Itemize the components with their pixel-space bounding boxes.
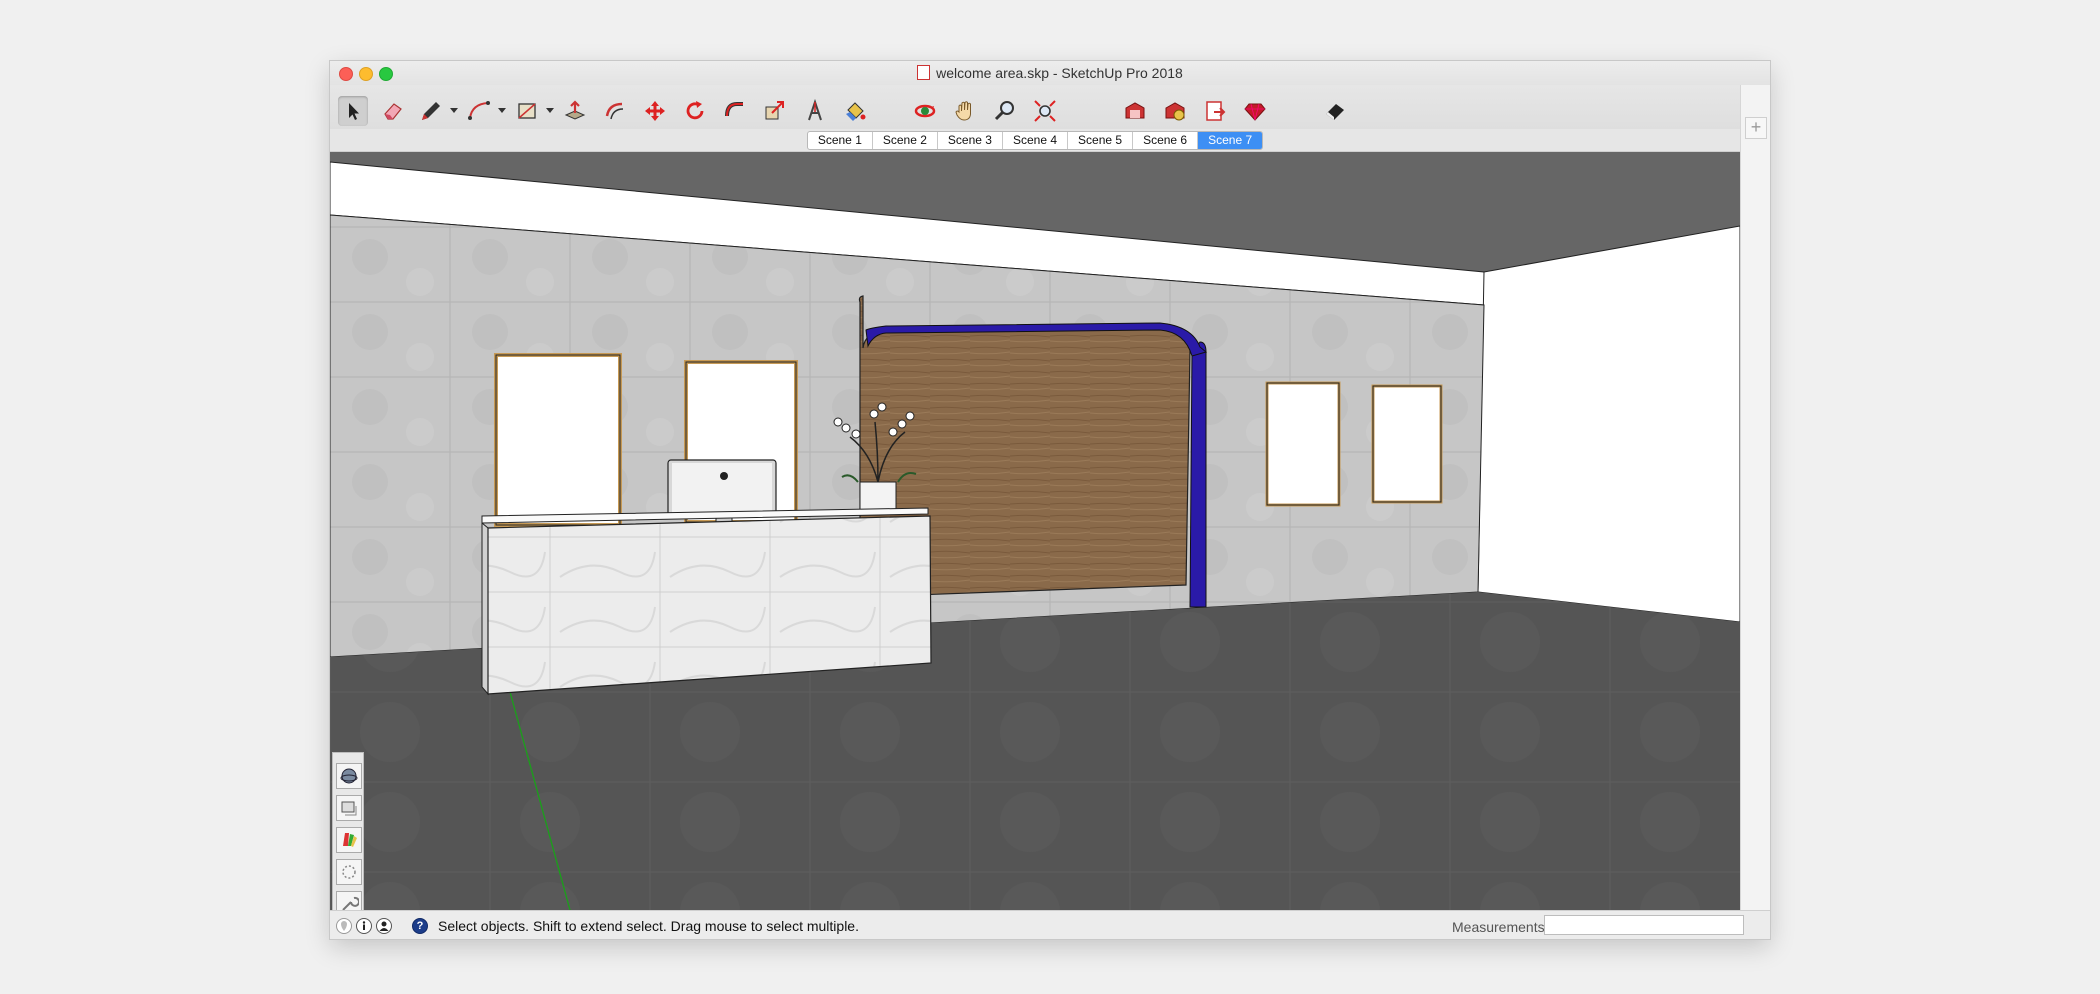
window-title: welcome area.skp - SketchUp Pro 2018 <box>330 65 1770 81</box>
layout-icon <box>1206 101 1226 121</box>
magnifier-icon <box>994 101 1014 121</box>
measurements-label: Measurements <box>1452 919 1545 935</box>
title-bar[interactable]: welcome area.skp - SketchUp Pro 2018 <box>330 61 1770 85</box>
push-pull-icon <box>564 100 586 120</box>
status-bar: ? Select objects. Shift to extend select… <box>330 910 1770 939</box>
shape-tool-chevron-down-icon[interactable] <box>546 108 554 113</box>
apple-logo-icon <box>720 472 728 480</box>
arc-tool[interactable] <box>464 96 494 126</box>
push-pull-tool[interactable] <box>560 96 590 126</box>
scenes-panel-button[interactable] <box>336 859 362 885</box>
document-icon <box>917 65 931 80</box>
scene-tab[interactable]: Scene 5 <box>1068 131 1134 149</box>
text-icon <box>808 98 822 121</box>
scene-tabs-bar: Scene 1 Scene 2 Scene 3 Scene 4 Scene 5 … <box>330 129 1740 152</box>
select-tool[interactable] <box>338 96 368 126</box>
arch-trim[interactable] <box>1189 341 1207 608</box>
geo-location-icon[interactable] <box>336 918 352 934</box>
help-icon[interactable]: ? <box>412 918 428 934</box>
model-viewport[interactable] <box>330 152 1740 910</box>
paint-bucket-icon <box>846 102 866 121</box>
shadow-icon <box>342 865 356 879</box>
style-tool[interactable] <box>1320 96 1350 126</box>
scale-tool[interactable] <box>760 96 790 126</box>
orbit-icon <box>914 104 936 118</box>
add-panel-button[interactable]: + <box>1745 117 1767 139</box>
status-message: Select objects. Shift to extend select. … <box>438 918 859 934</box>
pencil-icon <box>422 102 440 120</box>
warehouse-tool[interactable] <box>1120 96 1150 126</box>
orbit-tool[interactable] <box>910 96 940 126</box>
scene-tab[interactable]: Scene 2 <box>873 131 938 149</box>
arrow-cursor-icon <box>349 103 359 120</box>
text-tool[interactable] <box>800 96 830 126</box>
desktop-background <box>0 0 2100 2</box>
scene-tab[interactable]: Scene 6 <box>1133 131 1199 149</box>
scene-tab[interactable]: Scene 7 <box>1198 131 1263 149</box>
line-tool-chevron-down-icon[interactable] <box>450 108 458 113</box>
zoom-extents-tool[interactable] <box>1030 96 1060 126</box>
rotate-tool[interactable] <box>680 96 710 126</box>
components-panel-button[interactable] <box>336 795 362 821</box>
sphere-icon <box>340 768 358 784</box>
zoom-extents-icon <box>1034 100 1056 122</box>
side-panel-strip <box>1740 85 1770 939</box>
arc-icon <box>468 101 490 120</box>
reception-desk[interactable] <box>487 515 932 695</box>
line-tool[interactable] <box>416 96 446 126</box>
user-account-icon[interactable] <box>376 918 392 934</box>
style-icon <box>1326 104 1344 120</box>
zoom-tool[interactable] <box>990 96 1020 126</box>
wall-frame-1[interactable] <box>494 353 622 527</box>
styles-panel-button[interactable] <box>336 827 362 853</box>
wrench-icon <box>342 896 359 910</box>
components-icon <box>341 801 357 816</box>
ruby-tool[interactable] <box>1240 96 1270 126</box>
scale-icon <box>765 101 784 120</box>
scene-tabs: Scene 1 Scene 2 Scene 3 Scene 4 Scene 5 … <box>806 130 1264 150</box>
layout-tool[interactable] <box>1200 96 1230 126</box>
hand-icon <box>955 101 971 121</box>
offset-tool[interactable] <box>600 96 630 126</box>
materials-panel-button[interactable] <box>336 763 362 789</box>
eraser-tool[interactable] <box>378 96 408 126</box>
scene-tab[interactable]: Scene 4 <box>1003 131 1069 149</box>
ruby-icon <box>1244 103 1266 121</box>
move-arrows-icon <box>645 101 665 121</box>
scene-tab[interactable]: Scene 1 <box>808 131 873 149</box>
3d-scene[interactable] <box>330 152 1740 910</box>
wall-frame-4[interactable] <box>1371 384 1443 504</box>
shape-tool[interactable] <box>512 96 542 126</box>
follow-me-icon <box>725 102 743 117</box>
eraser-icon <box>384 103 402 120</box>
arc-tool-chevron-down-icon[interactable] <box>498 108 506 113</box>
wall-frame-3[interactable] <box>1265 381 1341 507</box>
sketchup-window: welcome area.skp - SketchUp Pro 2018 + S… <box>330 61 1770 939</box>
plant-pot[interactable] <box>859 481 897 513</box>
extension-warehouse-tool[interactable] <box>1160 96 1190 126</box>
rectangle-icon <box>518 103 536 119</box>
rotate-icon <box>686 101 704 120</box>
styles-icon <box>343 833 357 847</box>
warehouse-icon <box>1125 102 1145 119</box>
large-tool-set-panel <box>332 752 364 910</box>
window-title-text: welcome area.skp - SketchUp Pro 2018 <box>936 65 1183 81</box>
pan-tool[interactable] <box>950 96 980 126</box>
tools-panel-button[interactable] <box>336 891 362 910</box>
follow-me-tool[interactable] <box>720 96 750 126</box>
offset-icon <box>605 102 624 120</box>
side-wall[interactable] <box>1477 225 1740 623</box>
paint-bucket-tool[interactable] <box>840 96 870 126</box>
scene-tab[interactable]: Scene 3 <box>938 131 1003 149</box>
move-tool[interactable] <box>640 96 670 126</box>
info-icon[interactable] <box>356 918 372 934</box>
measurements-input[interactable] <box>1544 915 1744 935</box>
extension-icon <box>1165 102 1185 121</box>
